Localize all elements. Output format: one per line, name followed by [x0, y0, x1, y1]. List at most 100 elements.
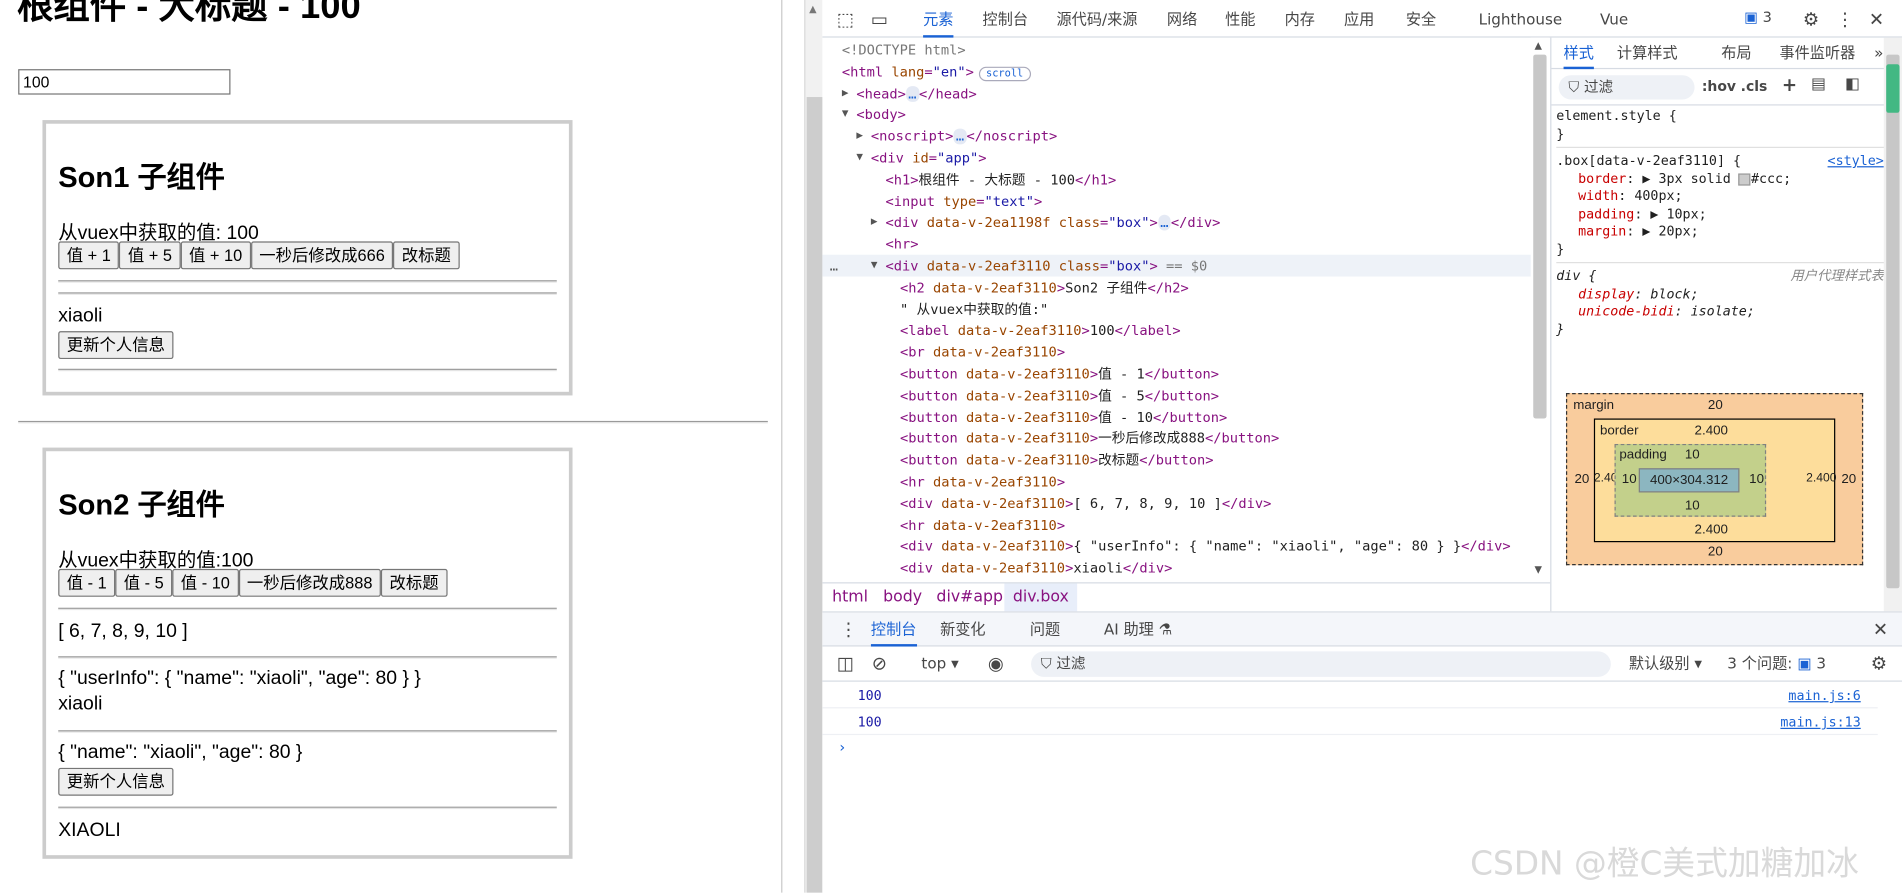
devtools-tab[interactable]: 源代码/来源 [1057, 0, 1138, 38]
devtools-tab[interactable]: Vue [1600, 0, 1628, 38]
devtools-tab[interactable]: 网络 [1167, 0, 1197, 38]
console-settings-icon[interactable]: ⚙ [1866, 650, 1893, 677]
scroll-badge[interactable]: scroll [978, 66, 1031, 82]
crumb-div-box[interactable]: div.box [1004, 583, 1078, 612]
crumb-body[interactable]: body [883, 583, 922, 611]
devtools-tab[interactable]: 内存 [1285, 0, 1315, 38]
dom-node-line[interactable]: <button data-v-2eaf3110>一秒后修改成888</butto… [900, 429, 1279, 451]
devtools-tab[interactable]: 控制台 [983, 0, 1029, 38]
dom-node-line[interactable]: <button data-v-2eaf3110>值 - 5</button> [900, 385, 1219, 407]
drawer-menu-icon[interactable]: ⋮ [839, 613, 857, 647]
dom-node-line[interactable]: <!DOCTYPE html> [842, 40, 966, 62]
dom-node-line[interactable]: <hr data-v-2eaf3110> [900, 472, 1065, 494]
device-toolbar-icon[interactable]: ▭ [866, 6, 893, 33]
tab-styles[interactable]: 样式 [1563, 38, 1594, 70]
dom-node-line[interactable]: <button data-v-2eaf3110>值 - 10</button> [900, 407, 1227, 429]
drawer-tab-issues[interactable]: 问题 [1030, 613, 1060, 647]
dom-node-line[interactable]: ▶ <noscript>… </noscript> [856, 126, 1057, 148]
son2-update-info-button[interactable]: 更新个人信息 [58, 767, 174, 796]
console-issues[interactable]: 3 个问题: ▣ 3 [1727, 650, 1860, 677]
dom-node-line[interactable]: <button data-v-2eaf3110>改标题</button> [900, 450, 1213, 472]
styles-filter-input[interactable]: ⛉ 过滤 [1558, 75, 1695, 100]
elements-scrollbar[interactable]: ▲ ▼ [1530, 37, 1550, 583]
style-source-link[interactable]: <style> [1828, 153, 1884, 171]
dom-node-line[interactable]: <div data-v-2eaf3110>xiaoli</div> [900, 558, 1172, 580]
son2-minus10-button[interactable]: 值 - 10 [172, 568, 239, 597]
devtools-tab[interactable]: 元素 [923, 0, 954, 38]
add-rule-icon[interactable]: + [1782, 74, 1797, 96]
dom-node-line[interactable]: ▶ <div data-v-2ea1198f class="box">… </div… [871, 213, 1220, 235]
title-input[interactable] [18, 69, 231, 95]
context-selector[interactable]: top ▾ [912, 650, 968, 677]
drawer-tab-ai[interactable]: AI 助理 ⚗ [1104, 613, 1172, 647]
paint-icon[interactable]: ▤ [1811, 75, 1826, 93]
log-source-link[interactable]: main.js:13 [1780, 714, 1860, 730]
son1-plus1-button[interactable]: 值 + 1 [58, 241, 120, 270]
dom-node-line[interactable]: <label data-v-2eaf3110>100</label> [900, 321, 1181, 343]
dom-node-line[interactable]: <div data-v-2eaf3110>[ 6, 7, 8, 9, 10 ]<… [900, 493, 1271, 515]
styles-scrollbar[interactable] [1883, 37, 1902, 612]
son2-delay888-button[interactable]: 一秒后修改成888 [238, 568, 381, 597]
sidebar-toggle-icon[interactable]: ◧ [1845, 75, 1860, 93]
console-filter-input[interactable]: ⛉ 过滤 [1031, 651, 1611, 677]
devtools-tab[interactable]: 应用 [1344, 0, 1374, 38]
dom-node-line[interactable]: <div data-v-2eaf3110>{ "userInfo": { "na… [900, 537, 1511, 559]
more-vertical-icon[interactable]: ⋮ [1832, 6, 1859, 33]
son2-minus5-button[interactable]: 值 - 5 [115, 568, 173, 597]
drawer-close-icon[interactable]: ✕ [1873, 613, 1888, 647]
dom-node-line[interactable]: <button data-v-2eaf3110>值 - 1</button> [900, 364, 1219, 386]
expand-triangle-icon[interactable]: ▶ [856, 126, 863, 148]
log-level-select[interactable]: 默认级别 ▾ [1623, 650, 1708, 677]
collapse-triangle-icon[interactable]: ▼ [871, 256, 878, 278]
console-prompt[interactable]: › [839, 739, 845, 756]
crumb-div-app[interactable]: div#app [936, 583, 1003, 611]
close-icon[interactable]: ✕ [1863, 6, 1890, 33]
crumb-html[interactable]: html [832, 583, 868, 611]
son1-delay666-button[interactable]: 一秒后修改成666 [250, 241, 394, 270]
dom-node-line[interactable]: " 从vuex中获取的值:" [900, 299, 1048, 321]
dom-node-line[interactable]: <h1>根组件 - 大标题 - 100</h1> [885, 170, 1116, 192]
dom-node-line[interactable]: <br data-v-2eaf3110> [900, 342, 1065, 364]
more-tabs-icon[interactable]: » [1874, 38, 1883, 70]
dom-node-line[interactable]: ▶ <head>… </head> [842, 83, 977, 105]
dom-node-line[interactable]: <input type="text"> [885, 191, 1042, 213]
dom-node-line[interactable]: <html lang="en"> scroll [842, 62, 1031, 86]
cls-toggle[interactable]: .cls [1741, 78, 1768, 95]
devtools-tab[interactable]: Lighthouse [1479, 0, 1563, 38]
color-swatch[interactable] [1738, 172, 1751, 185]
son1-plus10-button[interactable]: 值 + 10 [180, 241, 251, 270]
sidebar-icon[interactable]: ◫ [832, 650, 859, 677]
dom-node-line[interactable]: <h2 data-v-2eaf3110>Son2 子组件</h2> [900, 278, 1189, 300]
page-scrollbar[interactable]: ▲ [804, 0, 823, 893]
tab-event-listeners[interactable]: 事件监听器 [1779, 38, 1855, 70]
devtools-tab[interactable]: 安全 [1406, 0, 1436, 38]
collapse-triangle-icon[interactable]: ▼ [842, 105, 849, 127]
eye-icon[interactable]: ◉ [983, 650, 1010, 677]
hov-toggle[interactable]: :hov [1702, 78, 1736, 95]
node-more-icon[interactable]: … [830, 256, 838, 278]
dom-node-line[interactable]: ▼ <div data-v-2eaf3110 class="box"> == $0 [871, 256, 1207, 278]
settings-gear-icon[interactable]: ⚙ [1798, 6, 1825, 33]
dom-node-line[interactable]: <hr data-v-2eaf3110> [900, 515, 1065, 537]
expand-triangle-icon[interactable]: ▶ [842, 83, 849, 105]
collapse-triangle-icon[interactable]: ▼ [856, 148, 863, 170]
dom-node-line[interactable]: <hr> [885, 234, 918, 256]
drawer-tab-changes[interactable]: 新变化 [940, 613, 986, 647]
devtools-tab[interactable]: 性能 [1225, 0, 1255, 38]
son1-plus5-button[interactable]: 值 + 5 [119, 241, 181, 270]
son2-minus1-button[interactable]: 值 - 1 [58, 568, 116, 597]
issues-badge[interactable]: ▣ 3 [1744, 8, 1772, 25]
log-source-link[interactable]: main.js:6 [1788, 688, 1860, 704]
drawer-tab-console[interactable]: 控制台 [870, 613, 917, 647]
tab-layout[interactable]: 布局 [1721, 38, 1751, 70]
tab-computed[interactable]: 计算样式 [1617, 38, 1678, 70]
dom-node-line[interactable]: ▼ <body> [842, 105, 906, 127]
clear-console-icon[interactable]: ⊘ [866, 650, 893, 677]
son1-update-info-button[interactable]: 更新个人信息 [58, 331, 174, 360]
dom-node-line[interactable]: ▼ <div id="app"> [856, 148, 986, 170]
son2-change-title-button[interactable]: 改标题 [380, 568, 448, 597]
inspect-element-icon[interactable]: ⬚ [832, 6, 859, 33]
expand-triangle-icon[interactable]: ▶ [871, 213, 878, 235]
devtools: ⬚ ▭ 元素 控制台 源代码/来源 网络 性能 内存 应用 安全 Lighthouse Vue ▣… [822, 0, 1902, 893]
son1-change-title-button[interactable]: 改标题 [393, 241, 460, 270]
